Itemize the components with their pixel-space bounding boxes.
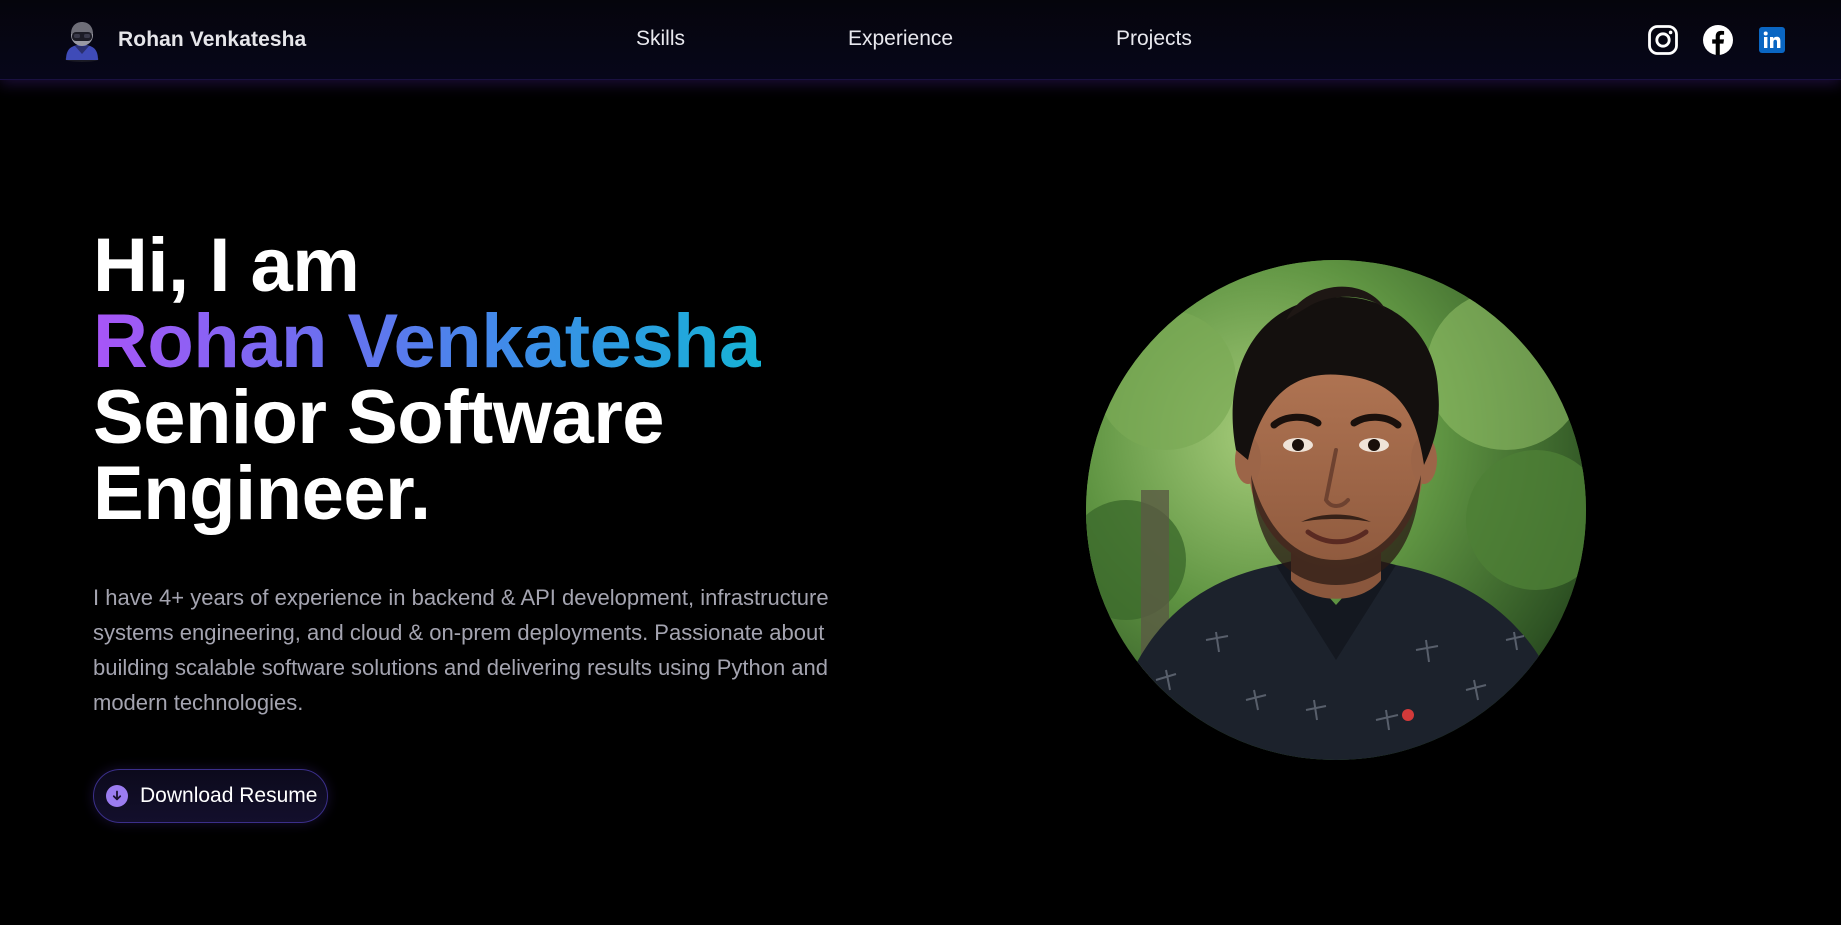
hero-heading: Hi, I am Rohan Venkatesha Senior Softwar… xyxy=(93,228,853,532)
brand-name: Rohan Venkatesha xyxy=(118,28,307,51)
download-resume-button[interactable]: Download Resume xyxy=(93,769,329,823)
hero-name: Rohan Venkatesha xyxy=(93,299,761,384)
download-resume-label: Download Resume xyxy=(140,784,318,807)
profile-photo-illustration xyxy=(1086,260,1586,760)
top-navbar: Rohan Venkatesha Skills Experience Proje… xyxy=(0,0,1841,80)
hero-role-line-2: Engineer. xyxy=(93,451,431,536)
instagram-icon xyxy=(1648,25,1678,55)
hero-intro: Hi, I am Rohan Venkatesha Senior Softwar… xyxy=(93,228,853,532)
nav-link-skills[interactable]: Skills xyxy=(636,27,685,51)
hacker-avatar-icon xyxy=(65,22,99,62)
facebook-icon xyxy=(1703,25,1733,55)
linkedin-icon xyxy=(1759,27,1785,53)
hero-bio: I have 4+ years of experience in backend… xyxy=(93,585,829,715)
hero-role-line-1: Senior Software xyxy=(93,375,665,460)
facebook-link[interactable] xyxy=(1702,24,1734,56)
brand-home-link[interactable]: Rohan Venkatesha xyxy=(60,18,306,62)
linkedin-link[interactable] xyxy=(1759,27,1785,53)
instagram-link[interactable] xyxy=(1647,24,1679,56)
hero-greeting: Hi, I am xyxy=(93,223,360,308)
profile-photo xyxy=(1086,260,1586,760)
nav-link-projects[interactable]: Projects xyxy=(1116,27,1192,51)
download-arrow-icon xyxy=(106,785,128,807)
nav-link-experience[interactable]: Experience xyxy=(848,27,953,51)
